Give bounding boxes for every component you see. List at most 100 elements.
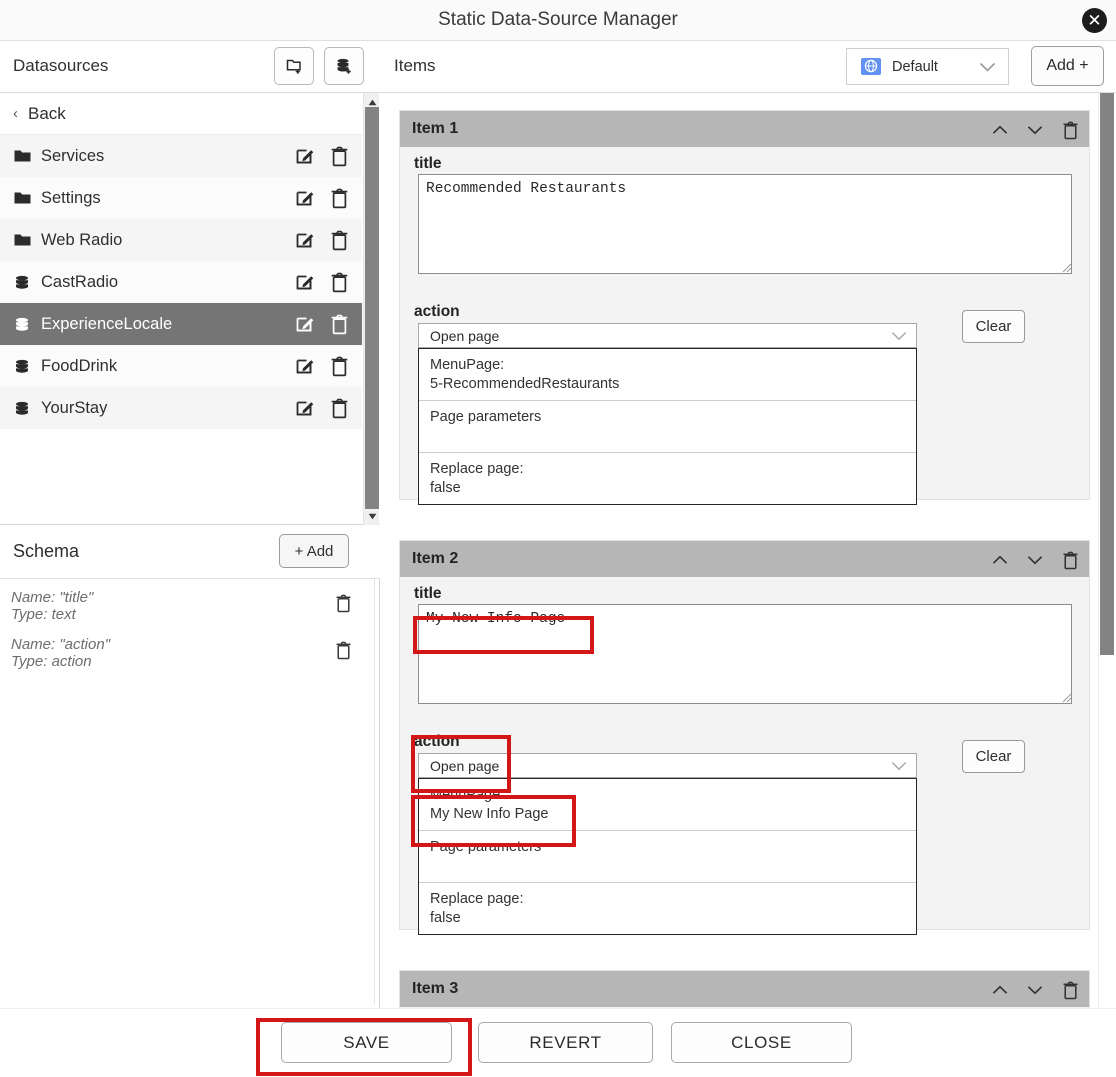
chevron-down-icon (1027, 556, 1043, 565)
schema-field-list: Name: "title" Type: text Name: "action" Typ… (0, 579, 375, 1004)
datasource-delete-button[interactable] (322, 356, 356, 377)
datasource-delete-button[interactable] (322, 230, 356, 251)
action-details-table: MenuPage: My New Info Page Page parameters… (418, 778, 917, 936)
action-detail-key: MenuPage: (430, 357, 505, 373)
language-select-value: Default (892, 58, 938, 75)
datasource-row[interactable]: YourStay (0, 387, 362, 429)
datasource-edit-button[interactable] (288, 146, 322, 166)
action-detail-key: Page parameters (430, 409, 542, 426)
datasource-list-scrollbar[interactable] (363, 93, 379, 525)
clear-action-button[interactable]: Clear (962, 740, 1025, 773)
items-scrollbar-thumb[interactable] (1100, 93, 1114, 655)
trash-icon (336, 641, 351, 660)
action-detail-row[interactable]: Page parameters (419, 401, 916, 454)
title-field-label: title (414, 585, 442, 602)
action-detail-row[interactable]: Page parameters (419, 831, 916, 884)
datasource-edit-button[interactable] (288, 188, 322, 208)
database-icon (16, 317, 28, 331)
trash-icon (1063, 551, 1077, 569)
item-move-up-button[interactable] (989, 119, 1011, 141)
action-detail-row[interactable]: MenuPage: My New Info Page (419, 779, 916, 832)
datasource-row[interactable]: ExperienceLocale (0, 303, 362, 345)
title-input[interactable] (418, 174, 1072, 274)
action-detail-row[interactable]: Replace page: false (419, 883, 916, 934)
datasource-row[interactable]: Settings (0, 177, 362, 219)
database-icon (13, 401, 31, 416)
revert-button[interactable]: REVERT (478, 1022, 653, 1063)
action-detail-row[interactable]: Replace page: false (419, 453, 916, 504)
save-button[interactable]: SAVE (281, 1022, 452, 1063)
action-detail-key: MenuPage: (430, 787, 505, 803)
datasource-edit-button[interactable] (288, 314, 322, 334)
edit-icon (296, 275, 314, 290)
folder-icon (14, 234, 30, 246)
item-card-title: Item 3 (412, 980, 459, 997)
item-move-down-button[interactable] (1024, 119, 1046, 141)
action-field-label: action (414, 733, 460, 750)
chevron-up-icon (992, 555, 1008, 564)
item-card: Item 1 title action Open page MenuPage: 5-Rec… (399, 110, 1090, 506)
datasource-row[interactable]: FoodDrink (0, 345, 362, 387)
datasource-label: ExperienceLocale (41, 314, 173, 333)
toolbar: Datasources Items Default Add + (0, 41, 1116, 93)
datasource-list: ‹ Back Services Settings Web Radio CastRadi… (0, 93, 380, 525)
datasource-label: CastRadio (41, 272, 119, 291)
action-detail-value (430, 427, 916, 446)
action-type-value: Open page (430, 327, 500, 344)
trash-icon (336, 594, 351, 613)
datasource-delete-button[interactable] (322, 398, 356, 419)
item-delete-button[interactable] (1059, 979, 1081, 1001)
schema-field-delete-button[interactable] (335, 641, 352, 665)
new-datasource-button[interactable] (324, 47, 364, 85)
trash-icon (331, 146, 347, 166)
datasource-row[interactable]: CastRadio (0, 261, 362, 303)
datasource-edit-button[interactable] (288, 272, 322, 292)
item-delete-button[interactable] (1059, 549, 1081, 571)
datasource-edit-button[interactable] (288, 356, 322, 376)
action-type-select[interactable]: Open page (418, 323, 917, 348)
title-input[interactable] (418, 604, 1072, 704)
database-icon (13, 317, 31, 332)
trash-icon (331, 188, 347, 208)
datasource-edit-button[interactable] (288, 230, 322, 250)
action-detail-key: Page parameters (430, 839, 542, 856)
scrollbar-thumb[interactable] (365, 107, 379, 509)
trash-icon (331, 398, 347, 418)
footer-bar: SAVE REVERT CLOSE (0, 1008, 1116, 1077)
datasource-delete-button[interactable] (322, 188, 356, 209)
action-detail-row[interactable]: MenuPage: 5-RecommendedRestaurants (419, 349, 916, 402)
action-detail-value: false (430, 909, 461, 926)
language-select[interactable]: Default (846, 48, 1009, 85)
schema-field-delete-button[interactable] (335, 594, 352, 618)
item-move-up-button[interactable] (989, 549, 1011, 571)
trash-icon (331, 272, 347, 292)
item-move-down-button[interactable] (1024, 979, 1046, 1001)
new-folder-button[interactable] (274, 47, 314, 85)
datasource-delete-button[interactable] (322, 272, 356, 293)
schema-field-type: Type: text (11, 606, 76, 623)
item-move-down-button[interactable] (1024, 549, 1046, 571)
item-move-up-button[interactable] (989, 979, 1011, 1001)
item-delete-button[interactable] (1059, 119, 1081, 141)
add-item-button[interactable]: Add + (1031, 46, 1104, 86)
datasource-label: Services (41, 146, 105, 165)
action-detail-value: 5-RecommendedRestaurants (430, 375, 620, 392)
action-type-select[interactable]: Open page (418, 753, 917, 778)
close-icon[interactable]: ✕ (1082, 8, 1107, 33)
datasource-edit-button[interactable] (288, 398, 322, 418)
datasource-delete-button[interactable] (322, 314, 356, 335)
database-icon (13, 359, 31, 374)
folder-icon (13, 233, 31, 247)
clear-action-button[interactable]: Clear (962, 310, 1025, 343)
datasource-row[interactable]: Web Radio (0, 219, 362, 261)
back-button[interactable]: ‹ Back (0, 93, 362, 135)
chevron-left-icon: ‹ (13, 105, 18, 122)
schema-field-type: Type: action (11, 653, 92, 670)
scroll-down-icon[interactable] (364, 509, 380, 523)
close-button[interactable]: CLOSE (671, 1022, 852, 1063)
database-icon (13, 275, 31, 290)
schema-add-button[interactable]: + Add (279, 534, 349, 568)
edit-icon (296, 317, 314, 332)
datasource-delete-button[interactable] (322, 146, 356, 167)
datasource-row[interactable]: Services (0, 135, 362, 177)
